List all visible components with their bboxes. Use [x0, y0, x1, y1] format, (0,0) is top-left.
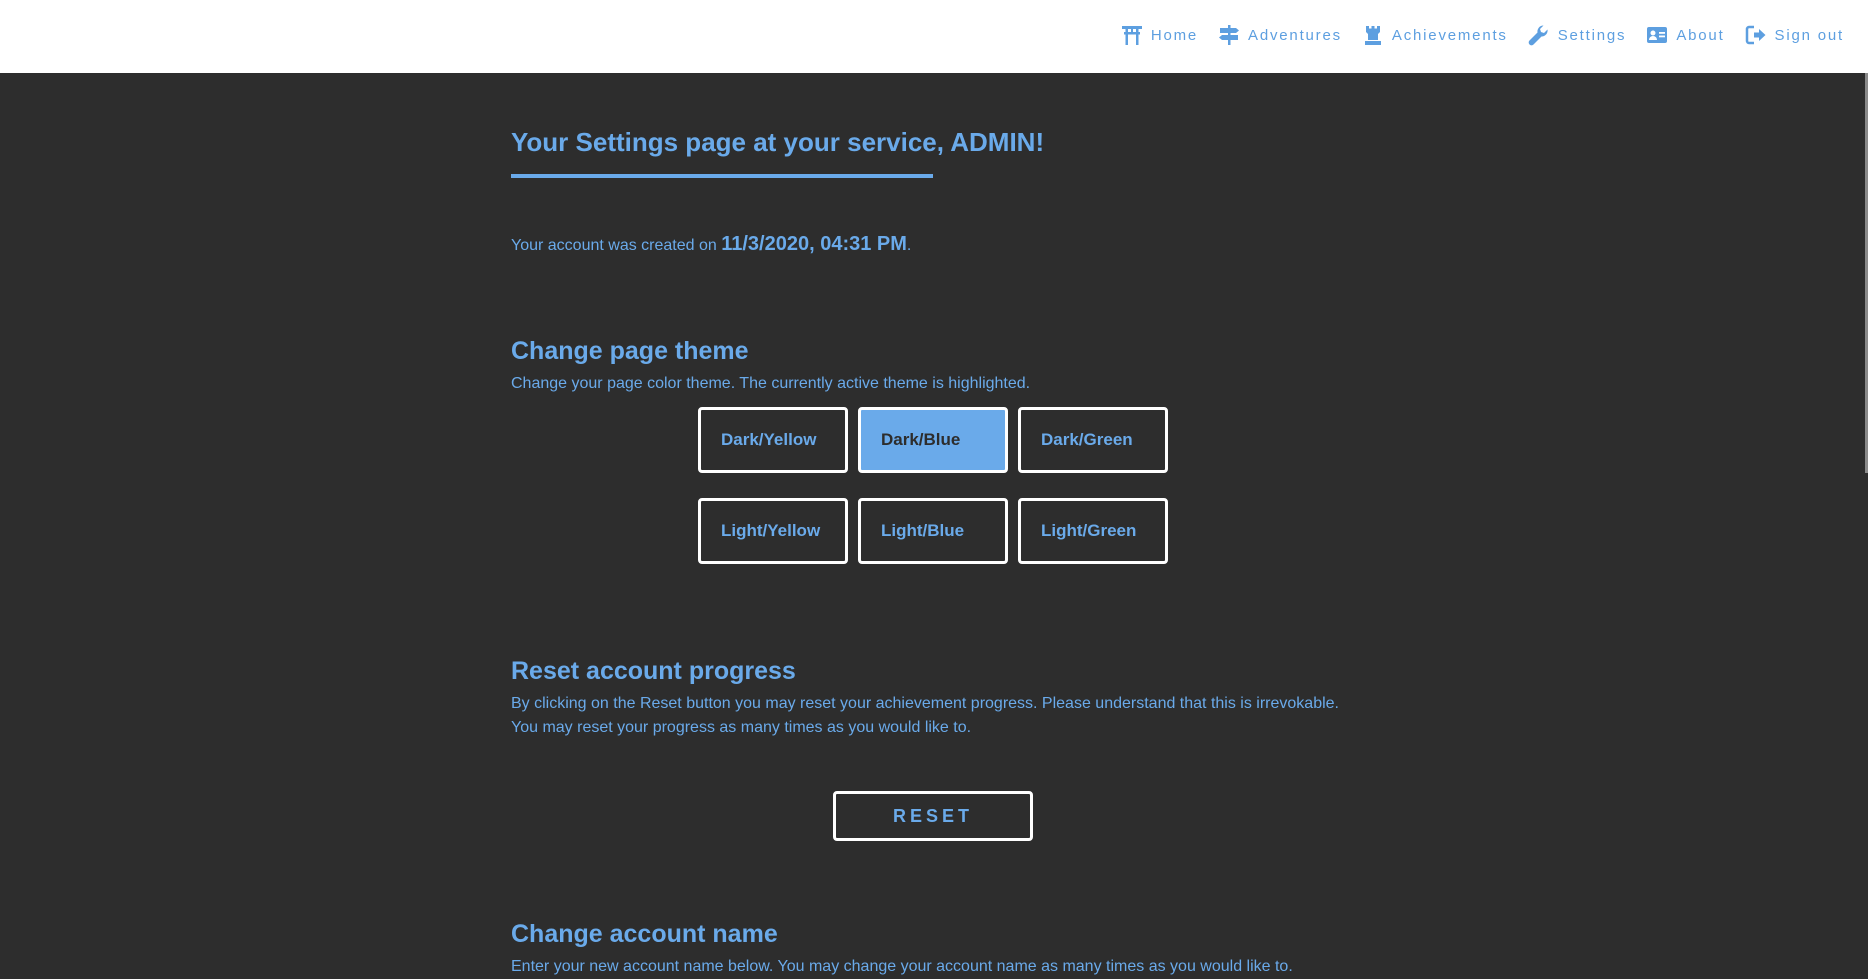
id-card-icon: [1646, 24, 1668, 46]
nav-achievements[interactable]: Achievements: [1362, 24, 1508, 46]
nav-home-label: Home: [1150, 26, 1199, 44]
reset-description-line-1: By clicking on the Reset button you may …: [511, 695, 1339, 712]
nav-achievements-label: Achievements: [1391, 26, 1508, 44]
title-underline: [511, 174, 933, 178]
reset-heading: Reset account progress: [511, 657, 796, 685]
nav-adventures[interactable]: Adventures: [1218, 24, 1342, 46]
nav-about-label: About: [1676, 26, 1725, 44]
theme-light-yellow-button[interactable]: Light/Yellow: [698, 498, 848, 564]
created-date: 11/3/2020, 04:31 PM: [721, 233, 907, 255]
theme-dark-blue-button[interactable]: Dark/Blue: [858, 407, 1008, 473]
page-title: Your Settings page at your service, ADMI…: [511, 127, 1045, 157]
wrench-icon: [1528, 24, 1550, 46]
torii-gate-icon: [1121, 24, 1143, 46]
nav-menu: Home Adventures Achievements Settings Ab…: [1121, 24, 1844, 46]
created-suffix: .: [906, 237, 912, 254]
reset-description-line-2: You may reset your progress as many time…: [511, 719, 972, 736]
rename-heading: Change account name: [511, 920, 778, 948]
nav-about[interactable]: About: [1646, 24, 1724, 46]
nav-sign-out[interactable]: Sign out: [1745, 24, 1844, 46]
theme-dark-yellow-button[interactable]: Dark/Yellow: [698, 407, 848, 473]
nav-settings[interactable]: Settings: [1528, 24, 1627, 46]
theme-light-blue-button[interactable]: Light/Blue: [858, 498, 1008, 564]
sign-out-icon: [1745, 24, 1767, 46]
theme-heading: Change page theme: [511, 337, 749, 365]
theme-description: Change your page color theme. The curren…: [511, 375, 1031, 392]
created-prefix: Your account was created on: [511, 237, 722, 254]
theme-light-green-button[interactable]: Light/Green: [1018, 498, 1168, 564]
top-navbar: Home Adventures Achievements Settings Ab…: [0, 0, 1868, 73]
nav-adventures-label: Adventures: [1248, 26, 1342, 44]
account-created-text: Your account was created on 11/3/2020, 0…: [511, 233, 911, 256]
theme-dark-green-button[interactable]: Dark/Green: [1018, 407, 1168, 473]
reset-button[interactable]: RESET: [833, 791, 1033, 841]
nav-settings-label: Settings: [1557, 26, 1627, 44]
signpost-icon: [1218, 24, 1240, 46]
theme-options: Dark/Yellow Dark/Blue Dark/Green Light/Y…: [698, 407, 1168, 564]
chess-rook-icon: [1362, 24, 1384, 46]
nav-sign-out-label: Sign out: [1774, 26, 1844, 44]
rename-description: Enter your new account name below. You m…: [511, 958, 1293, 975]
nav-home[interactable]: Home: [1121, 24, 1198, 46]
